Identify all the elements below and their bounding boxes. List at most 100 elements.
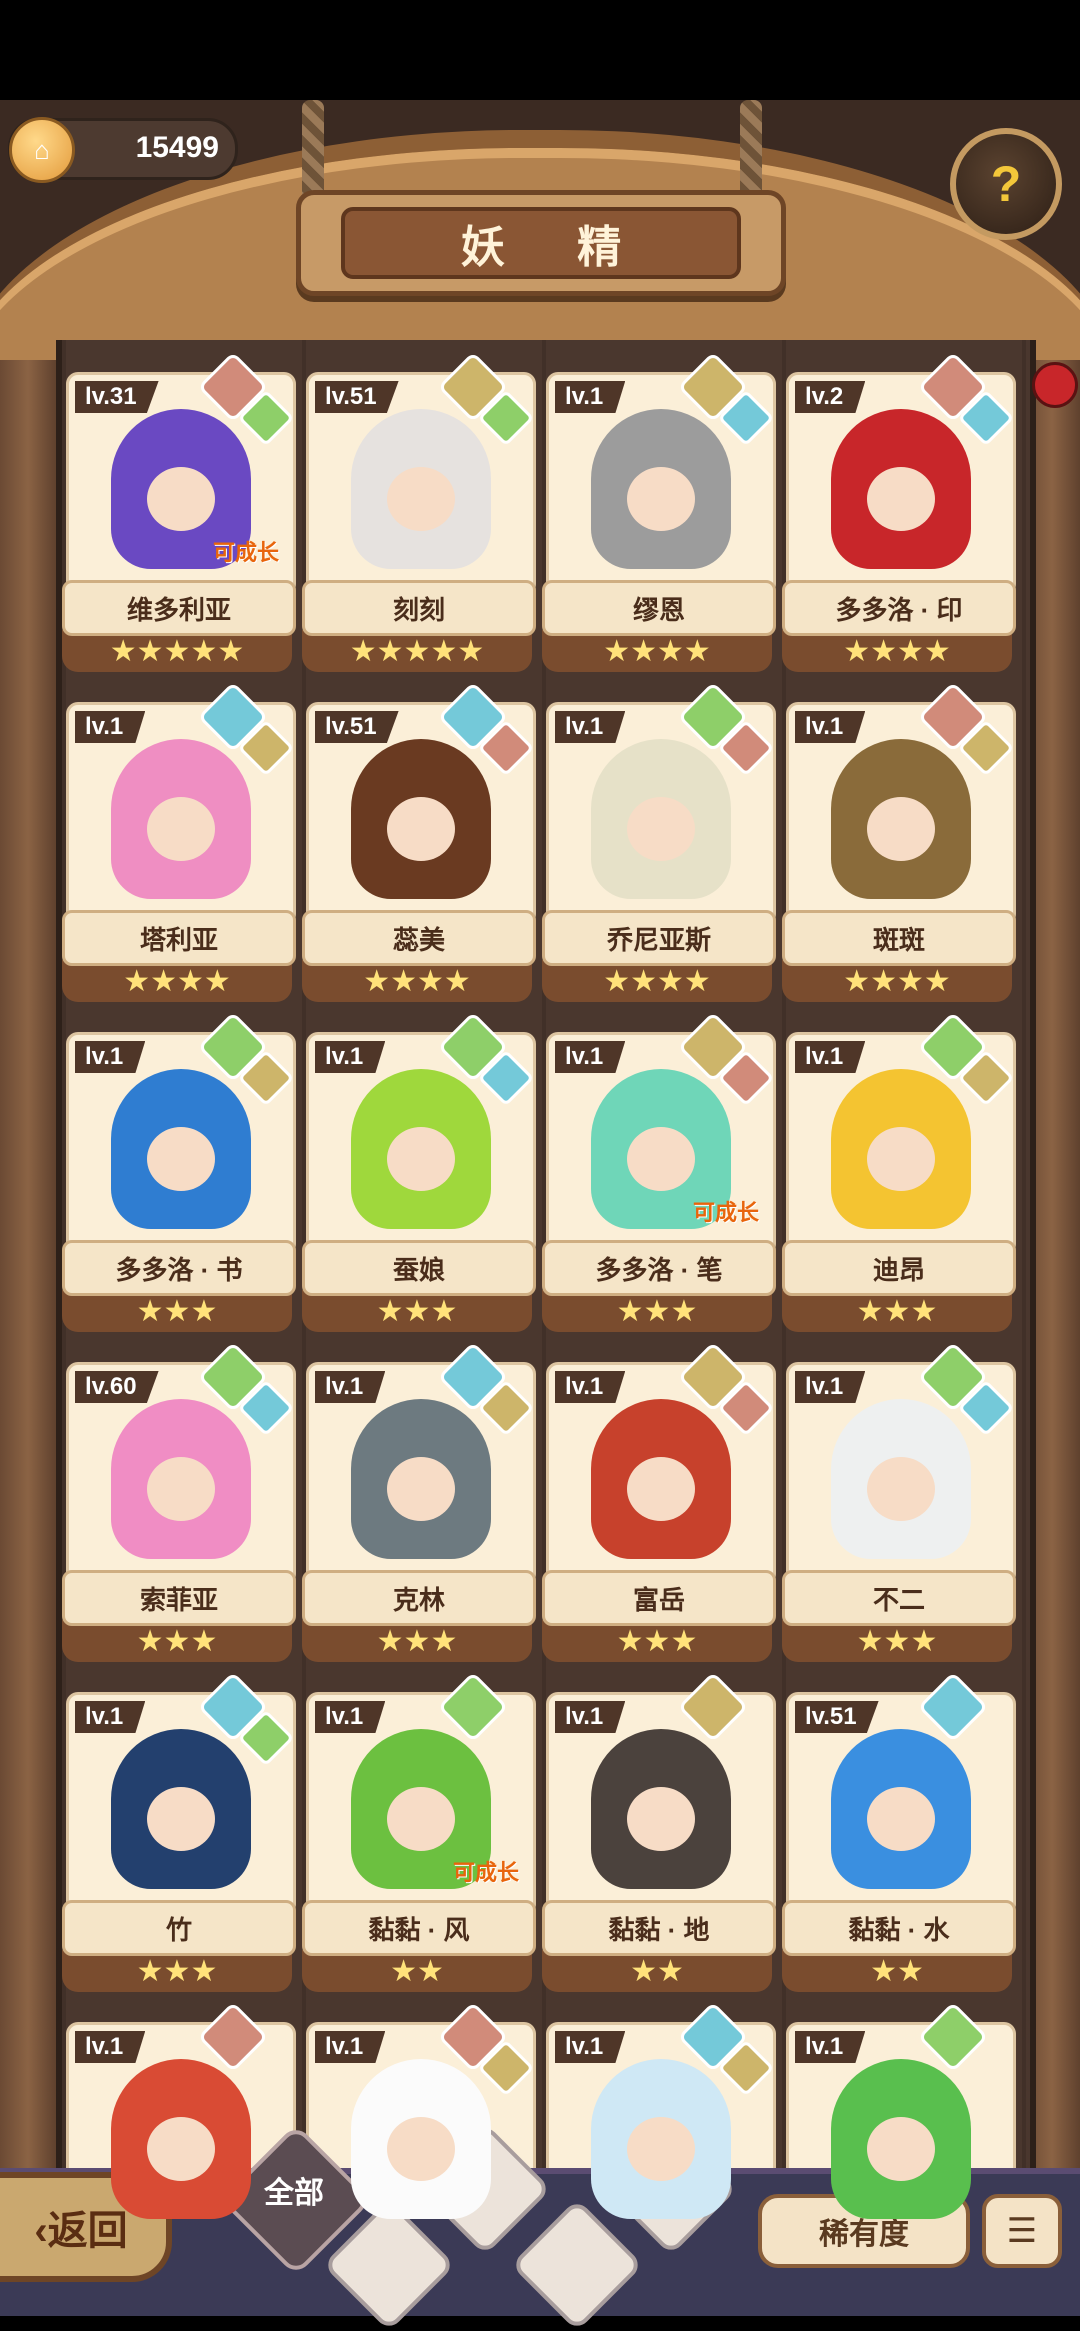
level-badge: lv.1	[555, 381, 626, 413]
fairy-name: 斑斑	[782, 910, 1016, 966]
star-rating: ★★★	[62, 1620, 292, 1662]
level-badge: lv.60	[75, 1371, 159, 1403]
level-badge: lv.1	[795, 1041, 866, 1073]
fairy-name: 乔尼亚斯	[542, 910, 776, 966]
star-rating: ★★★★	[542, 630, 772, 672]
fairy-character-icon	[351, 2059, 491, 2219]
fairy-card[interactable]: lv.60 索菲亚 ★★★	[62, 1341, 296, 1662]
fairy-card[interactable]: lv.1 缪恩 ★★★★	[542, 351, 776, 672]
fairy-name: 多多洛 · 笔	[542, 1240, 776, 1296]
fairy-card[interactable]: lv.1 斑斑 ★★★★	[782, 681, 1016, 1002]
star-rating: ★★★★	[302, 960, 532, 1002]
fairy-character-icon	[111, 739, 251, 899]
star-rating: ★★★	[782, 1620, 1012, 1662]
fairy-name: 塔利亚	[62, 910, 296, 966]
star-rating: ★★★	[542, 1290, 772, 1332]
level-badge: lv.1	[555, 1371, 626, 1403]
fairy-character-icon	[831, 409, 971, 569]
can-grow-label: 可成长	[452, 1860, 519, 1885]
fairy-name: 蕊美	[302, 910, 536, 966]
fairy-name: 缪恩	[542, 580, 776, 636]
fairy-character-icon	[351, 409, 491, 569]
level-badge: lv.1	[555, 1041, 626, 1073]
level-badge: lv.1	[555, 2031, 626, 2063]
fairy-card[interactable]: lv.1 蚕娘 ★★★	[302, 1011, 536, 1332]
level-badge: lv.1	[315, 1701, 386, 1733]
fairy-character-icon	[591, 739, 731, 899]
fairy-card[interactable]: lv.1 克林 ★★★	[302, 1341, 536, 1662]
fairy-portrait: lv.1	[546, 1692, 776, 1916]
ladybug-icon[interactable]	[1032, 362, 1078, 408]
sort-list-icon[interactable]: ☰	[982, 2194, 1062, 2268]
question-sprout-icon: ?	[990, 156, 1022, 212]
fairy-character-icon	[831, 1399, 971, 1559]
fairy-name: 克林	[302, 1570, 536, 1626]
fairy-card[interactable]: lv.1 可成长 多多洛 · 笔 ★★★	[542, 1011, 776, 1332]
star-rating: ★★	[542, 1950, 772, 1992]
star-rating: ★★★	[542, 1620, 772, 1662]
level-badge: lv.1	[75, 1701, 146, 1733]
level-badge: lv.1	[75, 1041, 146, 1073]
fairy-name: 黏黏 · 地	[542, 1900, 776, 1956]
fairy-character-icon	[111, 1729, 251, 1889]
page-title: 妖 精	[341, 207, 741, 279]
level-badge: lv.1	[555, 711, 626, 743]
fairy-character-icon	[831, 1069, 971, 1229]
fairy-card[interactable]: lv.1 塔利亚 ★★★★	[62, 681, 296, 1002]
fairy-character-icon	[111, 2059, 251, 2219]
fairy-name: 不二	[782, 1570, 1016, 1626]
star-rating: ★★★★	[782, 630, 1012, 672]
help-button[interactable]: ?	[950, 128, 1062, 240]
fairy-card[interactable]: lv.1 不二 ★★★	[782, 1341, 1016, 1662]
fairy-character-icon	[591, 2059, 731, 2219]
fairy-character-icon	[591, 1729, 731, 1889]
level-badge: lv.1	[315, 1041, 386, 1073]
title-sign: 妖 精	[296, 190, 786, 296]
fairy-card[interactable]: lv.1 可成长 黏黏 · 风 ★★	[302, 1671, 536, 1992]
level-badge: lv.1	[795, 1371, 866, 1403]
fairy-card[interactable]: lv.1 黏黏 · 地 ★★	[542, 1671, 776, 1992]
fairy-name: 刻刻	[302, 580, 536, 636]
fairy-card[interactable]: lv.31 可成长 维多利亚 ★★★★★	[62, 351, 296, 672]
star-rating: ★★★★	[782, 960, 1012, 1002]
fairy-card[interactable]: lv.1 富岳 ★★★	[542, 1341, 776, 1662]
fairy-name: 维多利亚	[62, 580, 296, 636]
fairy-card[interactable]: lv.51 刻刻 ★★★★★	[302, 351, 536, 672]
fairy-card[interactable]: lv.1 迪昂 ★★★	[782, 1011, 1016, 1332]
star-rating: ★★★	[302, 1620, 532, 1662]
house-coin-icon: ⌂	[9, 117, 75, 183]
fairy-name: 黏黏 · 水	[782, 1900, 1016, 1956]
level-badge: lv.51	[795, 1701, 879, 1733]
star-rating: ★★★	[62, 1290, 292, 1332]
level-badge: lv.51	[315, 711, 399, 743]
fairy-character-icon	[591, 1399, 731, 1559]
fairy-name: 黏黏 · 风	[302, 1900, 536, 1956]
fairy-card[interactable]: lv.51 蕊美 ★★★★	[302, 681, 536, 1002]
level-badge: lv.1	[555, 1701, 626, 1733]
fairy-character-icon	[351, 1069, 491, 1229]
star-rating: ★★★★	[542, 960, 772, 1002]
fairy-name: 多多洛 · 书	[62, 1240, 296, 1296]
fairy-character-icon	[351, 1399, 491, 1559]
fairy-portrait: lv.51	[786, 1692, 1016, 1916]
fairy-character-icon	[591, 409, 731, 569]
level-badge: lv.1	[75, 2031, 146, 2063]
fairy-card[interactable]: lv.1 竹 ★★★	[62, 1671, 296, 1992]
fairy-character-icon	[351, 739, 491, 899]
can-grow-label: 可成长	[212, 540, 279, 565]
fairy-name: 多多洛 · 印	[782, 580, 1016, 636]
fairy-card[interactable]: lv.1 多多洛 · 书 ★★★	[62, 1011, 296, 1332]
star-rating: ★★★	[302, 1290, 532, 1332]
fairy-card[interactable]: lv.1 乔尼亚斯 ★★★★	[542, 681, 776, 1002]
star-rating: ★★★★★	[62, 630, 292, 672]
currency-value: 15499	[135, 131, 219, 164]
status-bar	[0, 0, 1080, 100]
fairy-name: 索菲亚	[62, 1570, 296, 1626]
fairy-card[interactable]: lv.2 多多洛 · 印 ★★★★	[782, 351, 1016, 672]
fairy-name: 迪昂	[782, 1240, 1016, 1296]
fairy-name: 蚕娘	[302, 1240, 536, 1296]
level-badge: lv.1	[75, 711, 146, 743]
filter-all-label: 全部	[264, 2177, 324, 2210]
fairy-card[interactable]: lv.51 黏黏 · 水 ★★	[782, 1671, 1016, 1992]
left-pillar	[0, 360, 56, 2210]
